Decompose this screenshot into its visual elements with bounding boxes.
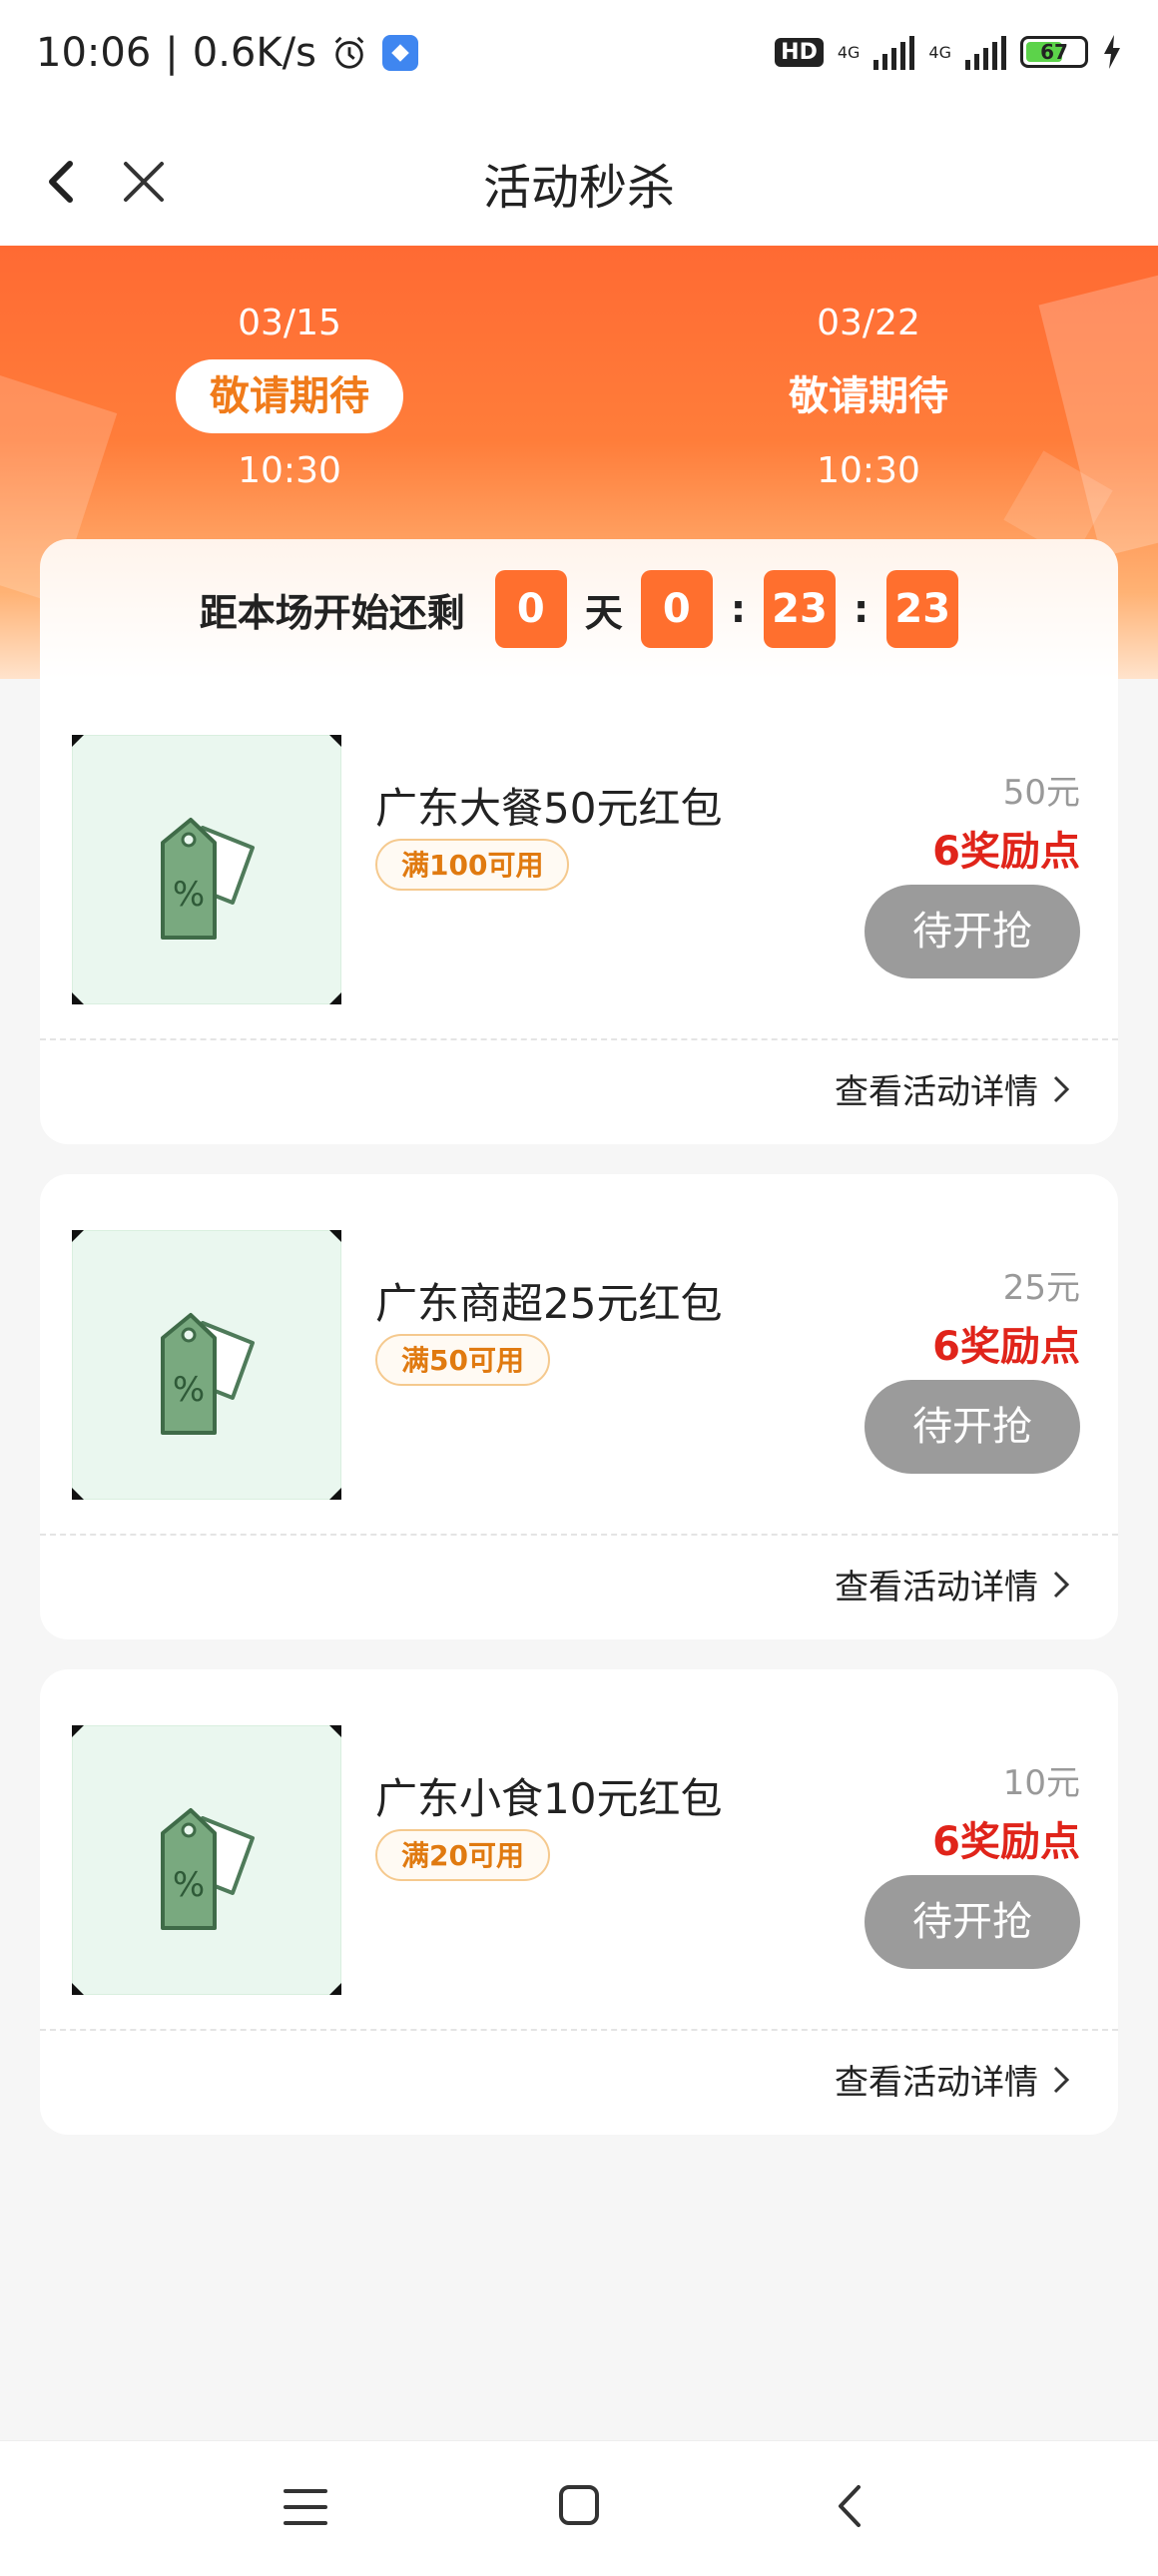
reward-points: 6奖励点 [932,1819,1080,1865]
countdown-label: 距本场开始还剩 [199,590,465,635]
coupon-thumbnail: % [72,1725,341,1995]
grab-button[interactable]: 待开抢 [865,885,1080,978]
list-item: % 广东大餐50元红包 满100可用 50元 6奖励点 待开抢 查看活动详情 [40,679,1118,1144]
session-tab-2[interactable]: 03/22 敬请期待 10:30 [719,300,1018,495]
session-status: 敬请期待 [789,373,948,419]
view-details-label: 查看活动详情 [835,2063,1038,2103]
charging-icon [1104,35,1120,69]
session-time: 10:30 [238,450,341,491]
menu-icon[interactable] [282,2485,329,2529]
session-time: 10:30 [817,450,920,491]
signal-icon-1 [873,34,915,70]
countdown-minutes: 23 [764,570,837,648]
separator: | [165,30,179,76]
page-title: 活动秒杀 [482,160,675,216]
app-notification-icon [381,35,418,71]
view-details-label: 查看活动详情 [835,1072,1038,1112]
reward-points: 6奖励点 [932,829,1080,875]
condition-tag: 满100可用 [375,839,570,891]
countdown-bar: 距本场开始还剩 0 天 0 : 23 : 23 [40,539,1118,679]
alarm-icon [334,36,364,69]
status-left: 10:06 | 0.6K/s [36,30,418,76]
network-type-1: 4G [837,42,861,62]
price-tag-icon: % [161,1808,255,1930]
price-tag-icon: % [161,1313,255,1435]
svg-text:%: % [173,1370,205,1410]
product-name: 广东商超25元红包 [375,1279,723,1328]
svg-text:%: % [173,1865,205,1905]
price-tag-icon: % [161,818,255,940]
back-icon[interactable] [835,2481,865,2531]
header: 活动秒杀 [0,112,1158,246]
session-date: 03/22 [817,303,920,343]
condition-tag: 满50可用 [375,1334,550,1386]
battery-icon: 67 [1020,36,1088,68]
status-bar: 10:06 | 0.6K/s HD 4G 4G 67 [0,0,1158,112]
system-nav-bar [0,2440,1158,2576]
session-status: 敬请期待 [176,359,403,433]
face-value: 50元 [1002,773,1080,813]
chevron-right-icon [1053,1075,1070,1102]
home-square-icon[interactable] [555,2481,603,2529]
coupon-thumbnail: % [72,1230,341,1500]
svg-text:%: % [173,875,205,915]
divider [40,2029,1118,2031]
divider [40,1534,1118,1536]
view-details-link[interactable]: 查看活动详情 [835,1064,1070,1113]
view-details-link[interactable]: 查看活动详情 [835,2055,1070,2104]
divider [40,1038,1118,1040]
grab-button[interactable]: 待开抢 [865,1380,1080,1474]
clock-time: 10:06 [36,30,152,76]
status-right: HD 4G 4G 67 [775,34,1122,70]
network-type-2: 4G [928,42,951,62]
product-name: 广东小食10元红包 [375,1774,723,1823]
countdown-separator: : [854,587,869,631]
condition-tag: 满20可用 [375,1829,550,1881]
countdown-hours: 0 [640,570,713,648]
session-tab-1[interactable]: 03/15 敬请期待 10:30 [140,300,439,495]
network-speed: 0.6K/s [192,30,316,76]
list-item: % 广东商超25元红包 满50可用 25元 6奖励点 待开抢 查看活动详情 [40,1174,1118,1639]
coupon-thumbnail: % [72,735,341,1004]
view-details-label: 查看活动详情 [835,1568,1038,1608]
chevron-right-icon [1053,1571,1070,1598]
view-details-link[interactable]: 查看活动详情 [835,1560,1070,1609]
hd-badge: HD [775,37,824,67]
countdown-separator: : [730,587,747,631]
session-date: 03/15 [238,303,341,343]
countdown-days: 0 [494,570,567,648]
signal-icon-2 [965,34,1006,70]
reward-points: 6奖励点 [932,1324,1080,1370]
countdown-seconds: 23 [886,570,959,648]
face-value: 10元 [1002,1763,1080,1803]
countdown-day-unit: 天 [584,590,623,635]
grab-button[interactable]: 待开抢 [865,1875,1080,1969]
chevron-right-icon [1053,2066,1070,2093]
face-value: 25元 [1002,1268,1080,1308]
list-item: % 广东小食10元红包 满20可用 10元 6奖励点 待开抢 查看活动详情 [40,1669,1118,2135]
product-name: 广东大餐50元红包 [375,784,723,833]
battery-level: 67 [1040,40,1068,64]
